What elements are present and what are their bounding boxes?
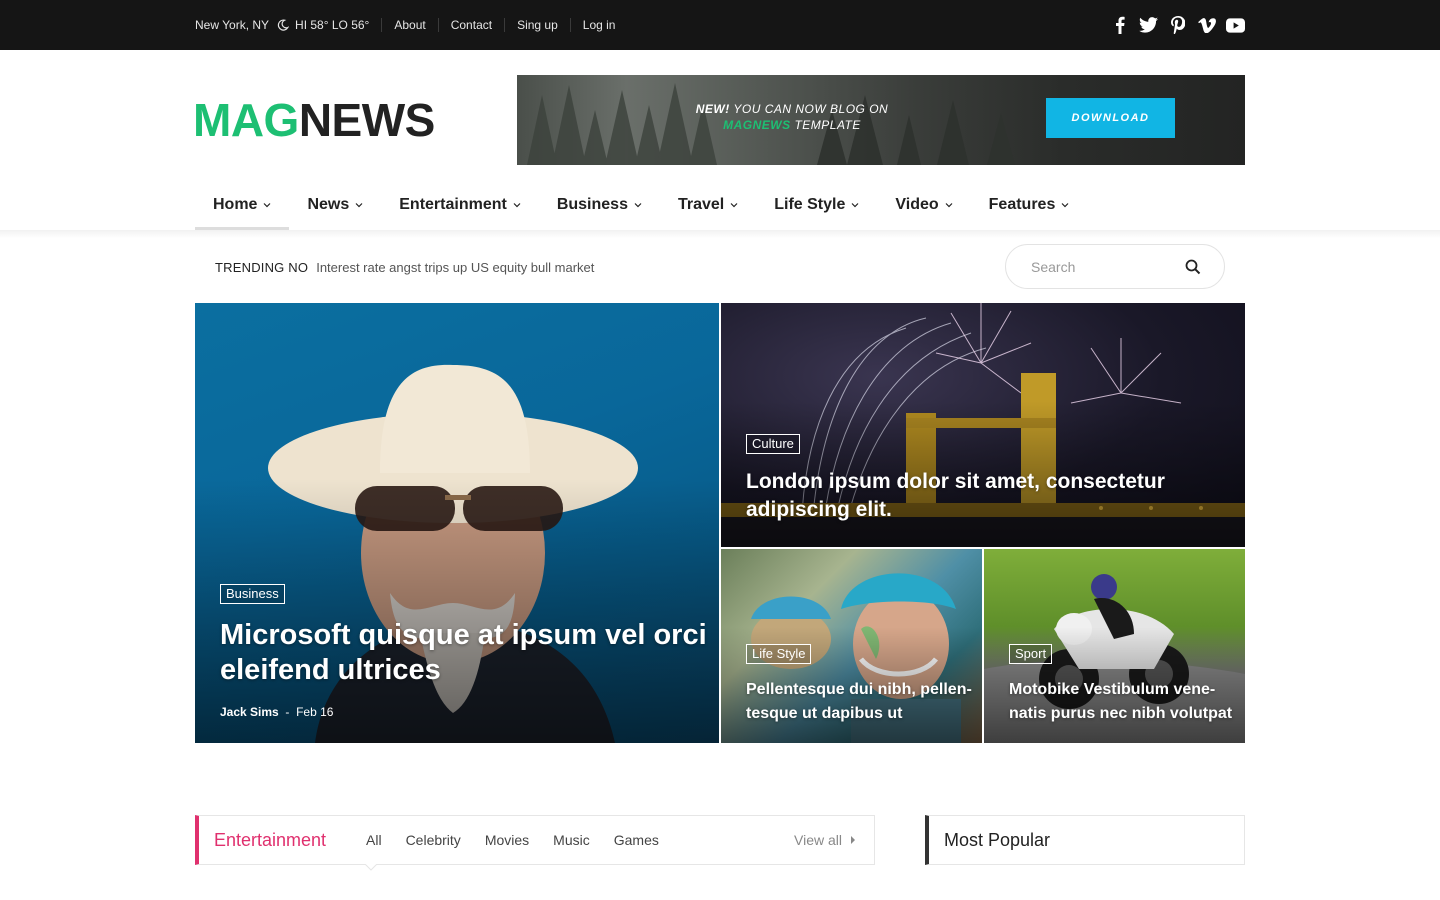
divider xyxy=(569,18,571,32)
banner-line1: YOU CAN NOW BLOG ON xyxy=(733,102,889,116)
category-badge[interactable]: Business xyxy=(220,584,285,604)
weather-widget: New York, NY HI 58° LO 56° xyxy=(195,18,369,32)
divider xyxy=(381,18,383,32)
divider xyxy=(504,18,506,32)
hero-bottom-right-article[interactable]: Sport Motobike Vestibulum vene- natis pu… xyxy=(984,549,1245,743)
tab-celebrity[interactable]: Celebrity xyxy=(406,832,461,848)
chevron-right-icon xyxy=(851,836,855,844)
twitter-icon[interactable] xyxy=(1139,16,1158,35)
top-bar-left: New York, NY HI 58° LO 56° About Contact… xyxy=(195,0,615,50)
chevron-down-icon xyxy=(264,203,271,208)
most-popular-section-header: Most Popular xyxy=(925,815,1245,865)
nav-features[interactable]: Features xyxy=(971,180,1088,230)
ad-banner[interactable]: NEW! YOU CAN NOW BLOG ON MAGNEWS TEMPLAT… xyxy=(517,75,1245,165)
article-date: Feb 16 xyxy=(296,705,334,719)
main-nav: Home News Entertainment Business Travel … xyxy=(195,180,1087,230)
chevron-down-icon xyxy=(730,203,738,208)
section-title: Most Popular xyxy=(944,829,1051,850)
title-line: adipiscing elit. xyxy=(746,498,892,521)
entertainment-section-header: Entertainment All Celebrity Movies Music… xyxy=(195,815,875,865)
title-line: Microsoft quisque at ipsum vel orci xyxy=(220,619,707,651)
nav-label: News xyxy=(307,196,350,213)
title-line: eleifend ultrices xyxy=(220,654,441,686)
contact-link[interactable]: Contact xyxy=(451,18,492,32)
article-title[interactable]: London ipsum dolor sit amet, consectetur… xyxy=(746,468,1226,524)
nav-travel[interactable]: Travel xyxy=(660,180,756,230)
moon-icon xyxy=(277,19,290,31)
tab-movies[interactable]: Movies xyxy=(485,832,529,848)
tab-games[interactable]: Games xyxy=(614,832,659,848)
facebook-icon[interactable] xyxy=(1110,16,1129,35)
trending-headline[interactable]: Interest rate angst trips up US equity b… xyxy=(316,260,594,275)
hero-main-article[interactable]: Business Microsoft quisque at ipsum vel … xyxy=(195,303,719,743)
active-tab-indicator xyxy=(365,864,377,871)
about-link[interactable]: About xyxy=(394,18,425,32)
location-text: New York, NY xyxy=(195,18,270,32)
trending-bar: TRENDING NO Interest rate angst trips up… xyxy=(215,258,594,276)
article-meta: Jack Sims - Feb 16 xyxy=(220,705,334,719)
search-input[interactable] xyxy=(1031,258,1181,275)
nav-label: Life Style xyxy=(774,196,846,213)
article-title[interactable]: Pellentesque dui nibh, pellen- tesque ut… xyxy=(746,678,976,726)
nav-label: Entertainment xyxy=(399,196,507,213)
banner-line2: TEMPLATE xyxy=(794,118,861,132)
title-line: Pellentesque dui nibh, pellen- xyxy=(746,681,972,698)
search-box xyxy=(1005,244,1225,289)
image-overlay xyxy=(195,479,719,743)
trending-label: TRENDING NO xyxy=(215,259,309,275)
vimeo-icon[interactable] xyxy=(1197,16,1216,35)
search-icon[interactable] xyxy=(1184,258,1202,276)
login-link[interactable]: Log in xyxy=(583,18,616,32)
nav-label: Video xyxy=(895,196,939,213)
chevron-down-icon xyxy=(355,203,363,208)
title-line: tesque ut dapibus ut xyxy=(746,705,903,722)
tab-all[interactable]: All xyxy=(366,832,382,848)
nav-label: Features xyxy=(988,196,1056,213)
tab-music[interactable]: Music xyxy=(553,832,590,848)
article-title[interactable]: Microsoft quisque at ipsum vel orci elei… xyxy=(220,618,710,688)
view-all-label: View all xyxy=(794,832,842,848)
banner-text: NEW! YOU CAN NOW BLOG ON MAGNEWS TEMPLAT… xyxy=(692,101,892,133)
nav-shadow xyxy=(0,230,1440,238)
article-title[interactable]: Motobike Vestibulum vene- natis purus ne… xyxy=(1009,678,1239,726)
hero-top-right-article[interactable]: Culture London ipsum dolor sit amet, con… xyxy=(721,303,1245,547)
title-line: natis purus nec nibh volutpat xyxy=(1009,705,1233,722)
download-button[interactable]: DOWNLOAD xyxy=(1046,98,1175,138)
category-badge[interactable]: Life Style xyxy=(746,644,812,664)
nav-news[interactable]: News xyxy=(289,180,381,230)
pinterest-icon[interactable] xyxy=(1168,16,1187,35)
banner-new: NEW! xyxy=(695,102,730,116)
section-title: Entertainment xyxy=(214,829,327,850)
nav-home[interactable]: Home xyxy=(195,180,290,230)
social-links xyxy=(1110,0,1245,50)
weather-text: HI 58° LO 56° xyxy=(295,18,370,32)
chevron-down-icon xyxy=(851,203,859,208)
nav-entertainment[interactable]: Entertainment xyxy=(381,180,539,230)
nav-lifestyle[interactable]: Life Style xyxy=(756,180,877,230)
chevron-down-icon xyxy=(945,203,953,208)
divider xyxy=(437,18,439,32)
title-line: London ipsum dolor sit amet, consectetur xyxy=(746,470,1165,493)
view-all-link[interactable]: View all xyxy=(794,832,856,848)
banner-brand: MAGNEWS xyxy=(723,118,791,132)
nav-label: Business xyxy=(556,196,628,213)
chevron-down-icon xyxy=(513,203,521,208)
signup-link[interactable]: Sing up xyxy=(517,18,558,32)
top-bar: New York, NY HI 58° LO 56° About Contact… xyxy=(0,0,1440,50)
logo-news: NEWS xyxy=(298,94,436,146)
hero-bottom-left-article[interactable]: Life Style Pellentesque dui nibh, pellen… xyxy=(721,549,982,743)
nav-label: Home xyxy=(213,196,258,213)
nav-business[interactable]: Business xyxy=(539,180,660,230)
nav-video[interactable]: Video xyxy=(877,180,970,230)
category-badge[interactable]: Culture xyxy=(746,434,800,454)
logo-mag: MAG xyxy=(193,94,299,146)
nav-label: Travel xyxy=(677,196,725,213)
chevron-down-icon xyxy=(1061,203,1069,208)
title-line: Motobike Vestibulum vene- xyxy=(1009,681,1216,698)
site-logo[interactable]: MAGNEWS xyxy=(193,95,435,145)
youtube-icon[interactable] xyxy=(1226,16,1245,35)
chevron-down-icon xyxy=(634,203,642,208)
author-name[interactable]: Jack Sims xyxy=(220,705,279,719)
category-badge[interactable]: Sport xyxy=(1009,644,1053,664)
